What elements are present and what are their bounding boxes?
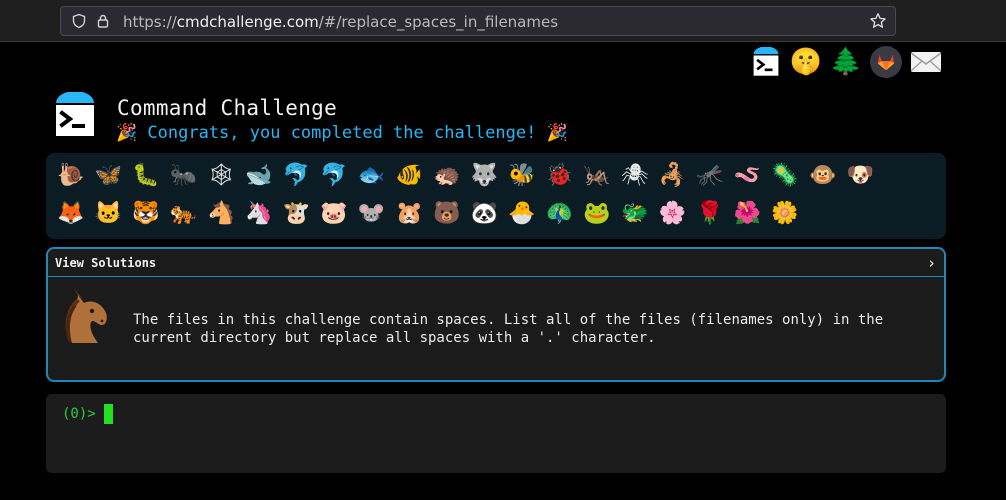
animal-badge[interactable]: 🦠 [766, 157, 804, 195]
animal-badge[interactable]: 🐯 [127, 195, 165, 233]
animal-badge[interactable]: 🐛 [127, 157, 165, 195]
animal-badge[interactable]: 🦚 [541, 195, 579, 233]
animal-badge[interactable]: 🪱 [729, 157, 767, 195]
animal-badge[interactable]: 🐌 [52, 157, 90, 195]
url-domain: cmdchallenge.com [176, 13, 319, 31]
animal-badge[interactable]: 🐹 [390, 195, 428, 233]
animal-badge[interactable]: 🐼 [466, 195, 504, 233]
animal-badge[interactable]: 🐴 [202, 195, 240, 233]
terminal-prompt: (0)> [62, 406, 96, 422]
animal-row-1: 🐌 🦋 🐛 🐜 🕸 🐋 🐬 🐬 🐟 🐠 🦔 🐺 🐝 🐞 🦗 🕷 🦂 🦟 🪱 🦠 🐵 🐶 [52, 157, 940, 195]
challenge-description: The files in this challenge contain spac… [133, 312, 884, 346]
animal-row-2: 🦊 🐱 🐯 🐅 🐴 🦄 🐮 🐷 🐭 🐹 🐻 🐼 🐣 🦚 🐸 🐲 🌸 🌹 🌺 🌼 [52, 195, 940, 233]
terminal-logo-icon[interactable] [748, 44, 784, 80]
animal-badge[interactable]: 🐶 [841, 157, 879, 195]
solutions-panel: View Solutions › The files in this chall… [46, 247, 946, 382]
animal-badge[interactable]: 🐬 [315, 157, 353, 195]
view-solutions-label: View Solutions [55, 256, 157, 270]
animal-badge[interactable]: 🐭 [353, 195, 391, 233]
horse-icon [65, 289, 107, 343]
animal-badge[interactable]: 🐞 [541, 157, 579, 195]
animal-badge[interactable]: 🦋 [90, 157, 128, 195]
animal-badge[interactable]: 🐟 [353, 157, 391, 195]
animal-collection: 🐌 🦋 🐛 🐜 🕸 🐋 🐬 🐬 🐟 🐠 🦔 🐺 🐝 🐞 🦗 🕷 🦂 🦟 🪱 🦠 🐵 🐶 🦊 🐱 🐯 🐅 🐴 🦄 🐮 🐷 🐭 🐹 🐻 🐼 🐣 🦚 🐸 🐲 🌸… [46, 153, 946, 239]
animal-badge[interactable]: 🐸 [578, 195, 616, 233]
terminal[interactable]: (0)> [46, 394, 946, 473]
animal-badge[interactable]: 🐱 [90, 195, 128, 233]
animal-badge[interactable]: 🐅 [165, 195, 203, 233]
logo-icon [56, 92, 94, 136]
animal-badge[interactable]: 🌹 [691, 195, 729, 233]
terminal-cursor[interactable] [104, 404, 113, 424]
gitlab-icon[interactable] [868, 44, 904, 80]
animal-badge[interactable]: 🌺 [729, 195, 767, 233]
browser-toolbar: https://cmdchallenge.com/#/replace_space… [0, 0, 1006, 42]
animal-badge[interactable]: 🦔 [428, 157, 466, 195]
animal-badge[interactable]: 🦂 [654, 157, 692, 195]
shushing-face-icon[interactable]: 🤫 [788, 44, 824, 80]
animal-badge[interactable]: 🐷 [315, 195, 353, 233]
animal-badge[interactable]: 🐵 [804, 157, 842, 195]
page-title: Command Challenge [117, 96, 338, 120]
congrats-message: 🎉 Congrats, you completed the challenge!… [116, 123, 568, 143]
animal-badge[interactable]: 🌸 [654, 195, 692, 233]
animal-badge[interactable]: 🐬 [278, 157, 316, 195]
animal-badge[interactable]: 🐝 [503, 157, 541, 195]
animal-badge[interactable]: 🦗 [578, 157, 616, 195]
animal-badge[interactable]: 🐲 [616, 195, 654, 233]
tree-icon[interactable]: 🌲 [828, 44, 864, 80]
animal-badge[interactable]: 🕷 [616, 157, 654, 195]
animal-badge[interactable]: 🐜 [165, 157, 203, 195]
animal-badge[interactable]: 🐮 [278, 195, 316, 233]
animal-badge[interactable]: 🐠 [390, 157, 428, 195]
animal-badge[interactable]: 🦊 [52, 195, 90, 233]
animal-badge[interactable]: 🦟 [691, 157, 729, 195]
animal-badge[interactable]: 🌼 [766, 195, 804, 233]
shield-icon[interactable] [71, 13, 87, 29]
top-icon-links: 🤫 🌲 [748, 44, 948, 80]
animal-badge[interactable]: 🐣 [503, 195, 541, 233]
envelope-icon[interactable] [908, 44, 944, 80]
animal-badge[interactable]: 🦄 [240, 195, 278, 233]
view-solutions-toggle[interactable]: View Solutions › [48, 249, 944, 277]
star-icon[interactable] [869, 12, 887, 30]
animal-badge[interactable]: 🕸 [202, 157, 240, 195]
animal-badge[interactable]: 🐋 [240, 157, 278, 195]
animal-badge[interactable]: 🐺 [466, 157, 504, 195]
address-bar[interactable]: https://cmdchallenge.com/#/replace_space… [60, 6, 896, 36]
url-path: /#/replace_spaces_in_filenames [318, 13, 559, 31]
chevron-right-icon[interactable]: › [927, 254, 936, 272]
url-text[interactable]: https://cmdchallenge.com/#/replace_space… [123, 13, 558, 31]
animal-badge[interactable]: 🐻 [428, 195, 466, 233]
url-prefix: https:// [123, 13, 177, 31]
lock-icon[interactable] [95, 13, 111, 29]
